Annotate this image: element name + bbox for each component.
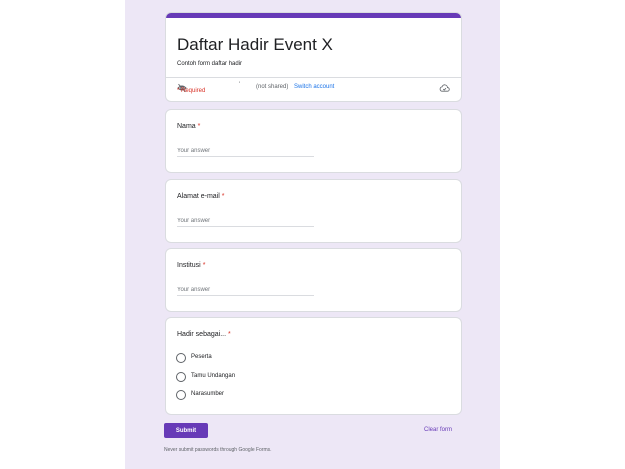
cloud-icon: [439, 84, 450, 92]
radio-button[interactable]: [176, 353, 186, 363]
option-label: Peserta: [191, 354, 212, 360]
submit-button[interactable]: Submit: [164, 423, 208, 438]
form-description: Contoh form daftar hadir: [177, 61, 243, 67]
password-warning: Never submit passwords through Google Fo…: [164, 447, 272, 453]
nama-input[interactable]: [177, 146, 314, 157]
accent-bar: [166, 13, 461, 18]
question-title: Nama: [177, 123, 196, 130]
required-star: *: [227, 331, 231, 338]
header-divider: [166, 77, 461, 78]
form-title: Daftar Hadir Event X: [177, 35, 333, 54]
not-shared-text: (not shared): [256, 84, 289, 90]
option-label: Tamu Undangan: [191, 373, 236, 379]
question-label: Alamat e-mail *: [177, 193, 224, 200]
required-star: *: [221, 193, 225, 200]
radio-button[interactable]: [176, 390, 186, 400]
question-title: Alamat e-mail: [177, 193, 220, 200]
option-label: Narasumber: [191, 391, 225, 397]
required-star: *: [197, 123, 201, 130]
account-email: ': [239, 82, 241, 88]
question-card-hadir-sebagai: Hadir sebagai... * Peserta Tamu Undangan…: [165, 317, 462, 415]
question-card-institusi: Institusi *: [165, 248, 462, 312]
question-label: Hadir sebagai... *: [177, 331, 231, 338]
switch-account-link[interactable]: Switch account: [294, 84, 334, 90]
clear-form-link[interactable]: Clear form: [424, 427, 452, 433]
question-card-nama: Nama *: [165, 109, 462, 173]
required-star: *: [202, 262, 206, 269]
question-title: Hadir sebagai...: [177, 331, 227, 338]
required-note: * Required: [177, 88, 206, 94]
question-card-email: Alamat e-mail *: [165, 179, 462, 243]
email-input[interactable]: [177, 216, 314, 227]
question-label: Institusi *: [177, 262, 205, 269]
account-row: ' (not shared) Switch account: [177, 82, 450, 93]
question-title: Institusi: [177, 262, 201, 269]
radio-button[interactable]: [176, 372, 186, 382]
institusi-input[interactable]: [177, 285, 314, 296]
form-header-card: Daftar Hadir Event X Contoh form daftar …: [165, 12, 462, 102]
question-label: Nama *: [177, 123, 200, 130]
